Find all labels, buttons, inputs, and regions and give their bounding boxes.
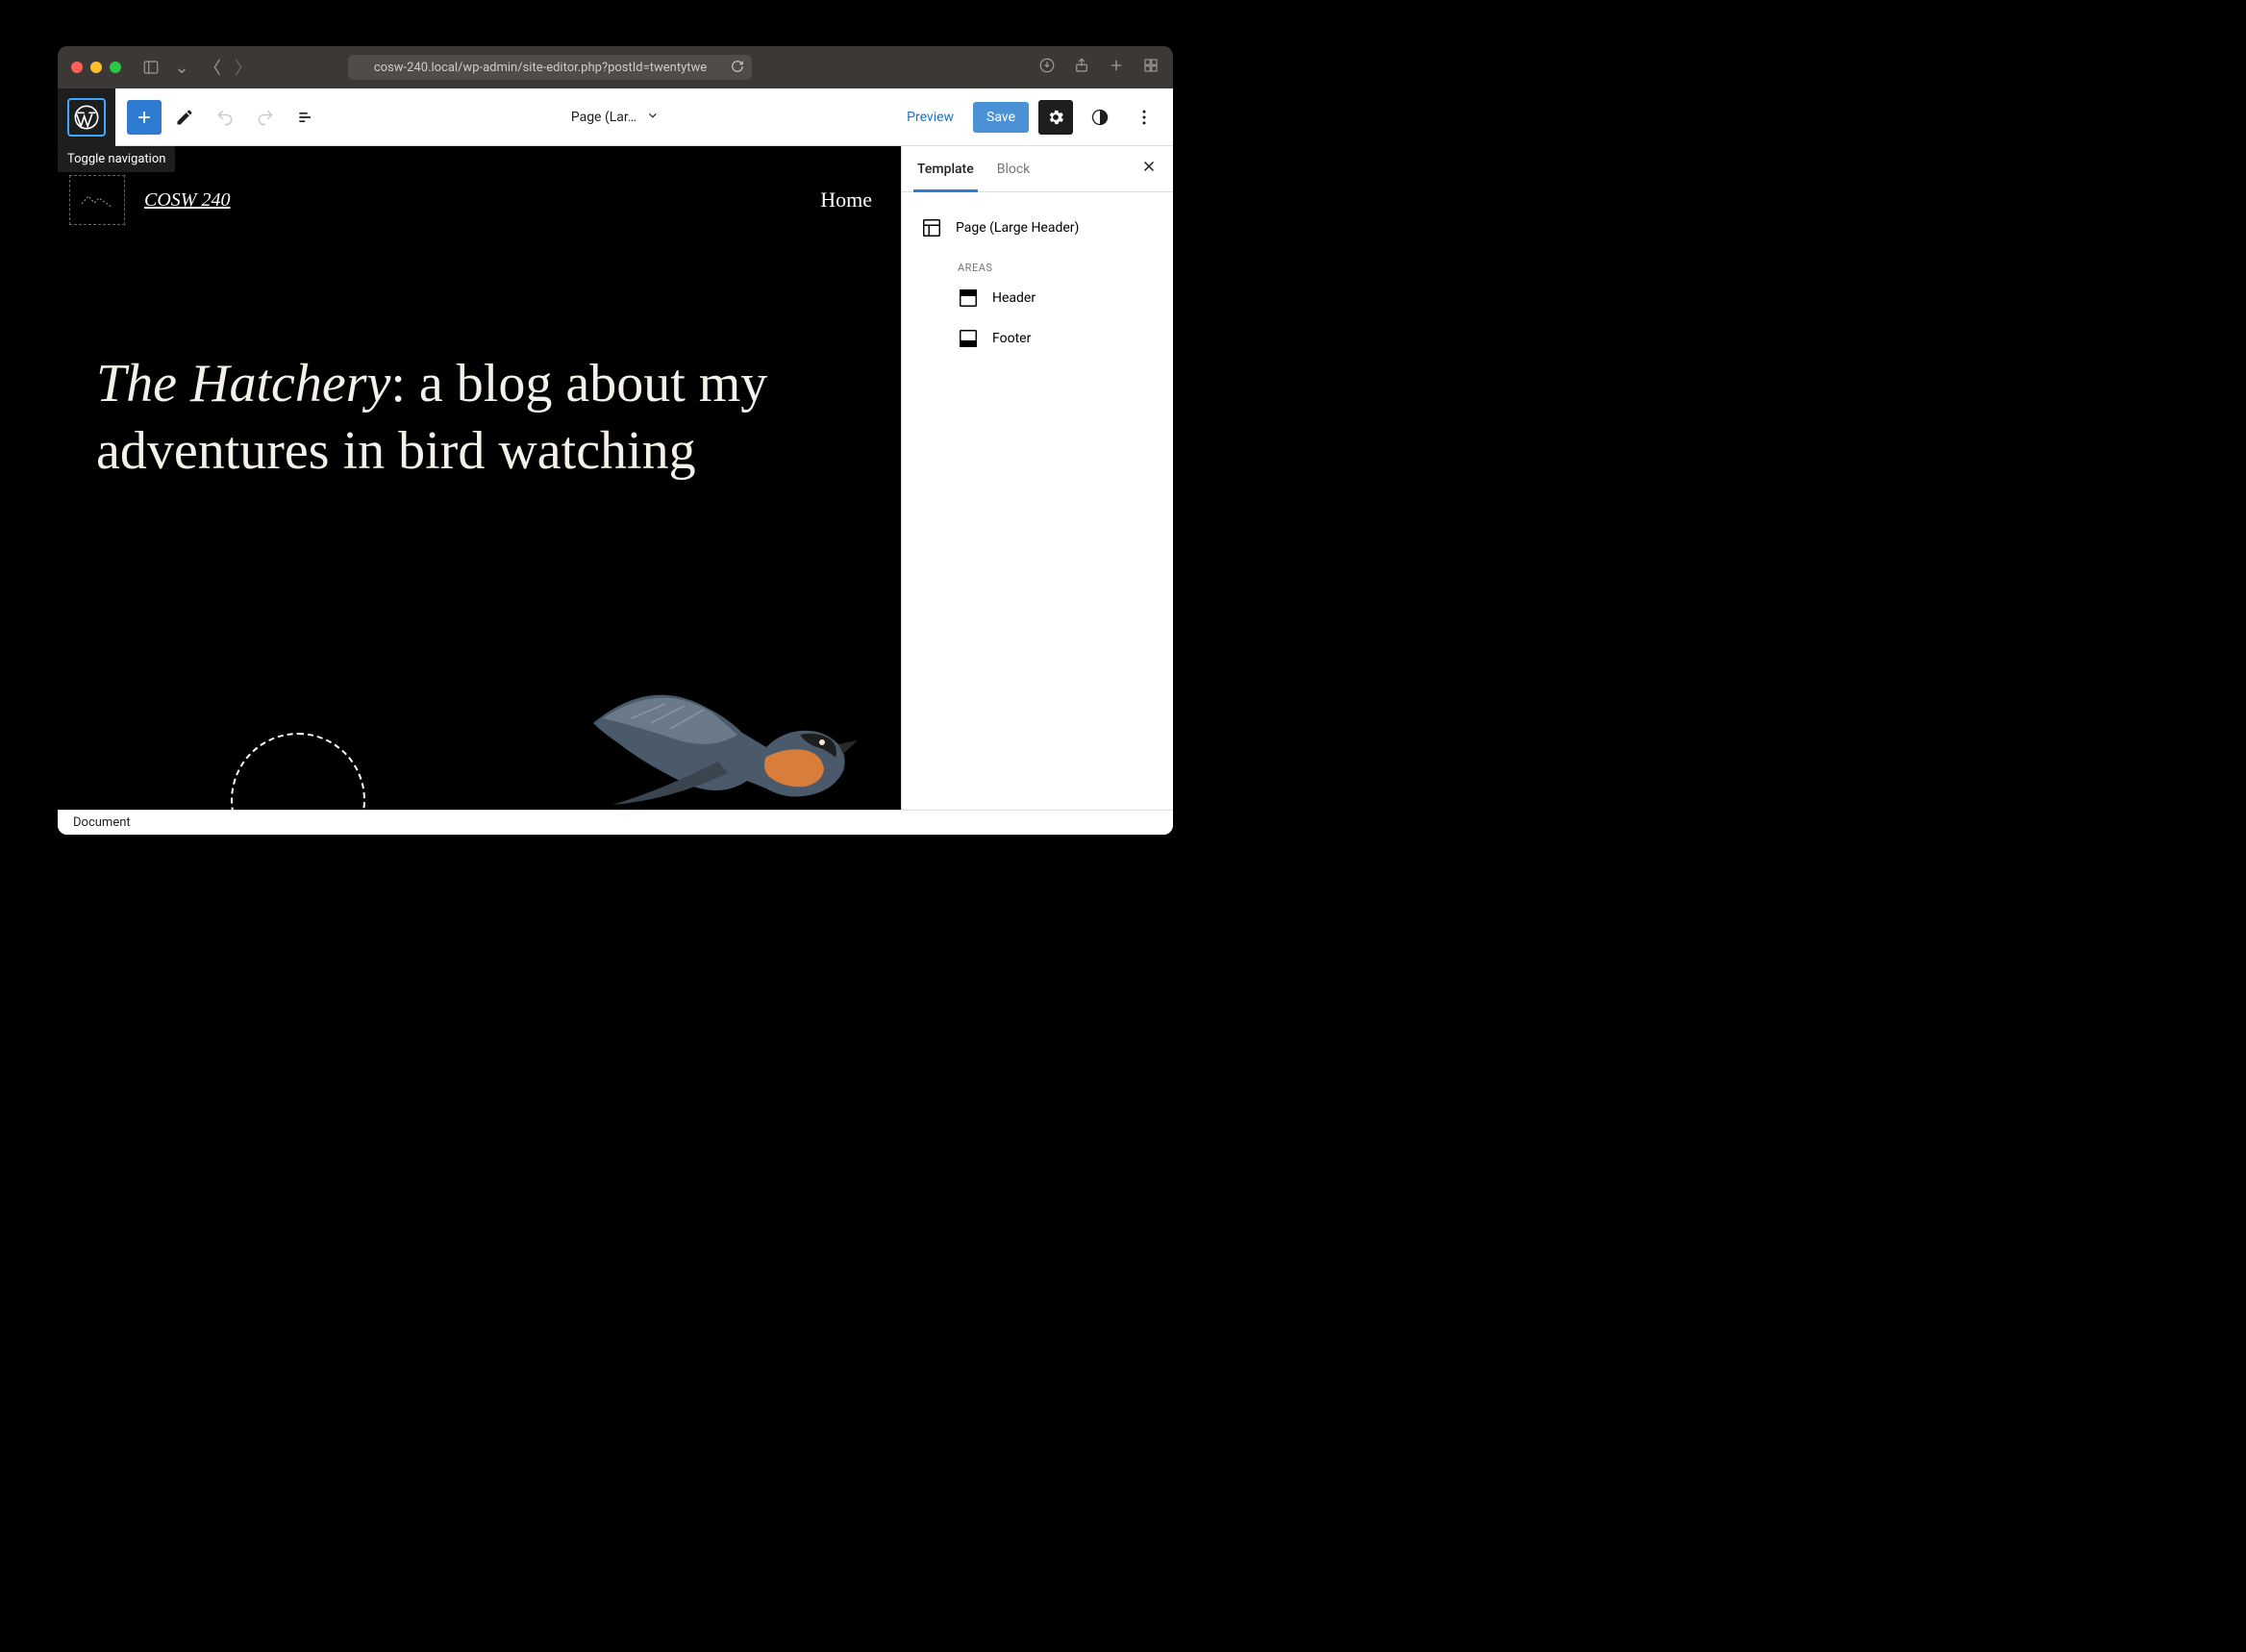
undo-button[interactable]: [208, 100, 242, 135]
redo-button[interactable]: [248, 100, 283, 135]
sidebar-toggle-icon[interactable]: [142, 59, 160, 76]
heading-italic-part: The Hatchery: [96, 354, 390, 413]
template-name-label: Page (Lar…: [571, 110, 636, 125]
breadcrumb[interactable]: Document: [73, 815, 131, 830]
area-label: Header: [992, 290, 1036, 306]
site-logo-placeholder[interactable]: [69, 175, 125, 225]
maximize-window-button[interactable]: [110, 62, 121, 73]
address-bar[interactable]: cosw-240.local/wp-admin/site-editor.php?…: [348, 55, 752, 80]
chevron-down-icon: [646, 109, 660, 125]
header-icon: [958, 288, 979, 309]
decorative-circle: [231, 733, 365, 810]
styles-button[interactable]: [1083, 100, 1117, 135]
browser-nav-controls: ⌄ 〈 〉: [142, 59, 252, 76]
window-controls: [71, 62, 121, 73]
editor-actions: Preview Save: [897, 100, 1173, 135]
editor-top-toolbar: Toggle navigation P: [58, 88, 1173, 146]
more-options-button[interactable]: [1127, 100, 1161, 135]
settings-button[interactable]: [1038, 100, 1073, 135]
minimize-window-button[interactable]: [90, 62, 102, 73]
editor-body: COSW 240 Home The Hatchery: a blog about…: [58, 146, 1173, 810]
reload-icon[interactable]: [731, 60, 744, 77]
wp-site-editor: Toggle navigation P: [58, 88, 1173, 835]
site-title[interactable]: COSW 240: [144, 189, 230, 212]
areas-heading: AREAS: [917, 248, 1158, 278]
page-heading[interactable]: The Hatchery: a blog about my adventures…: [58, 225, 901, 485]
tab-block[interactable]: Block: [997, 146, 1031, 191]
template-title-row[interactable]: Page (Large Header): [917, 208, 1158, 248]
bird-illustration: [574, 665, 872, 810]
downloads-icon[interactable]: [1038, 57, 1056, 78]
tabs-icon[interactable]: [1142, 57, 1160, 78]
back-button[interactable]: 〈: [204, 59, 221, 76]
template-title: Page (Large Header): [956, 220, 1079, 236]
area-footer[interactable]: Footer: [917, 318, 1158, 359]
area-label: Footer: [992, 331, 1031, 346]
editor-footer: Document: [58, 810, 1173, 835]
settings-sidebar: Template Block Page (Large Header) AREAS: [901, 146, 1173, 810]
sidebar-body: Page (Large Header) AREAS Header Footer: [902, 192, 1173, 374]
tooltip: Toggle navigation: [58, 146, 175, 172]
nav-item-home[interactable]: Home: [820, 188, 872, 213]
browser-titlebar: ⌄ 〈 〉 cosw-240.local/wp-admin/site-edito…: [58, 46, 1173, 88]
browser-extensions: [279, 59, 319, 77]
editor-canvas[interactable]: COSW 240 Home The Hatchery: a blog about…: [58, 146, 901, 810]
new-tab-icon[interactable]: [1108, 57, 1125, 78]
forward-button[interactable]: 〉: [235, 59, 252, 76]
sidebar-tabs: Template Block: [902, 146, 1173, 192]
footer-icon: [958, 328, 979, 349]
template-selector[interactable]: Page (Lar…: [571, 109, 660, 125]
preview-button[interactable]: Preview: [897, 102, 963, 133]
browser-right-controls: [1038, 57, 1160, 78]
layout-icon: [921, 217, 942, 238]
site-header-block[interactable]: COSW 240 Home: [58, 146, 901, 225]
share-icon[interactable]: [1073, 57, 1090, 78]
edit-tool-button[interactable]: [167, 100, 202, 135]
close-sidebar-button[interactable]: [1140, 158, 1158, 180]
wordpress-logo-icon: [67, 98, 106, 137]
editor-tools: [115, 100, 323, 135]
toggle-navigation-button[interactable]: Toggle navigation: [58, 88, 115, 146]
save-button[interactable]: Save: [973, 102, 1029, 133]
list-view-button[interactable]: [288, 100, 323, 135]
add-block-button[interactable]: [127, 100, 162, 135]
dropdown-icon[interactable]: ⌄: [173, 59, 190, 76]
browser-window: ⌄ 〈 〉 cosw-240.local/wp-admin/site-edito…: [58, 46, 1173, 835]
tab-template[interactable]: Template: [917, 146, 974, 191]
close-window-button[interactable]: [71, 62, 83, 73]
url-text: cosw-240.local/wp-admin/site-editor.php?…: [374, 61, 707, 75]
area-header[interactable]: Header: [917, 278, 1158, 318]
